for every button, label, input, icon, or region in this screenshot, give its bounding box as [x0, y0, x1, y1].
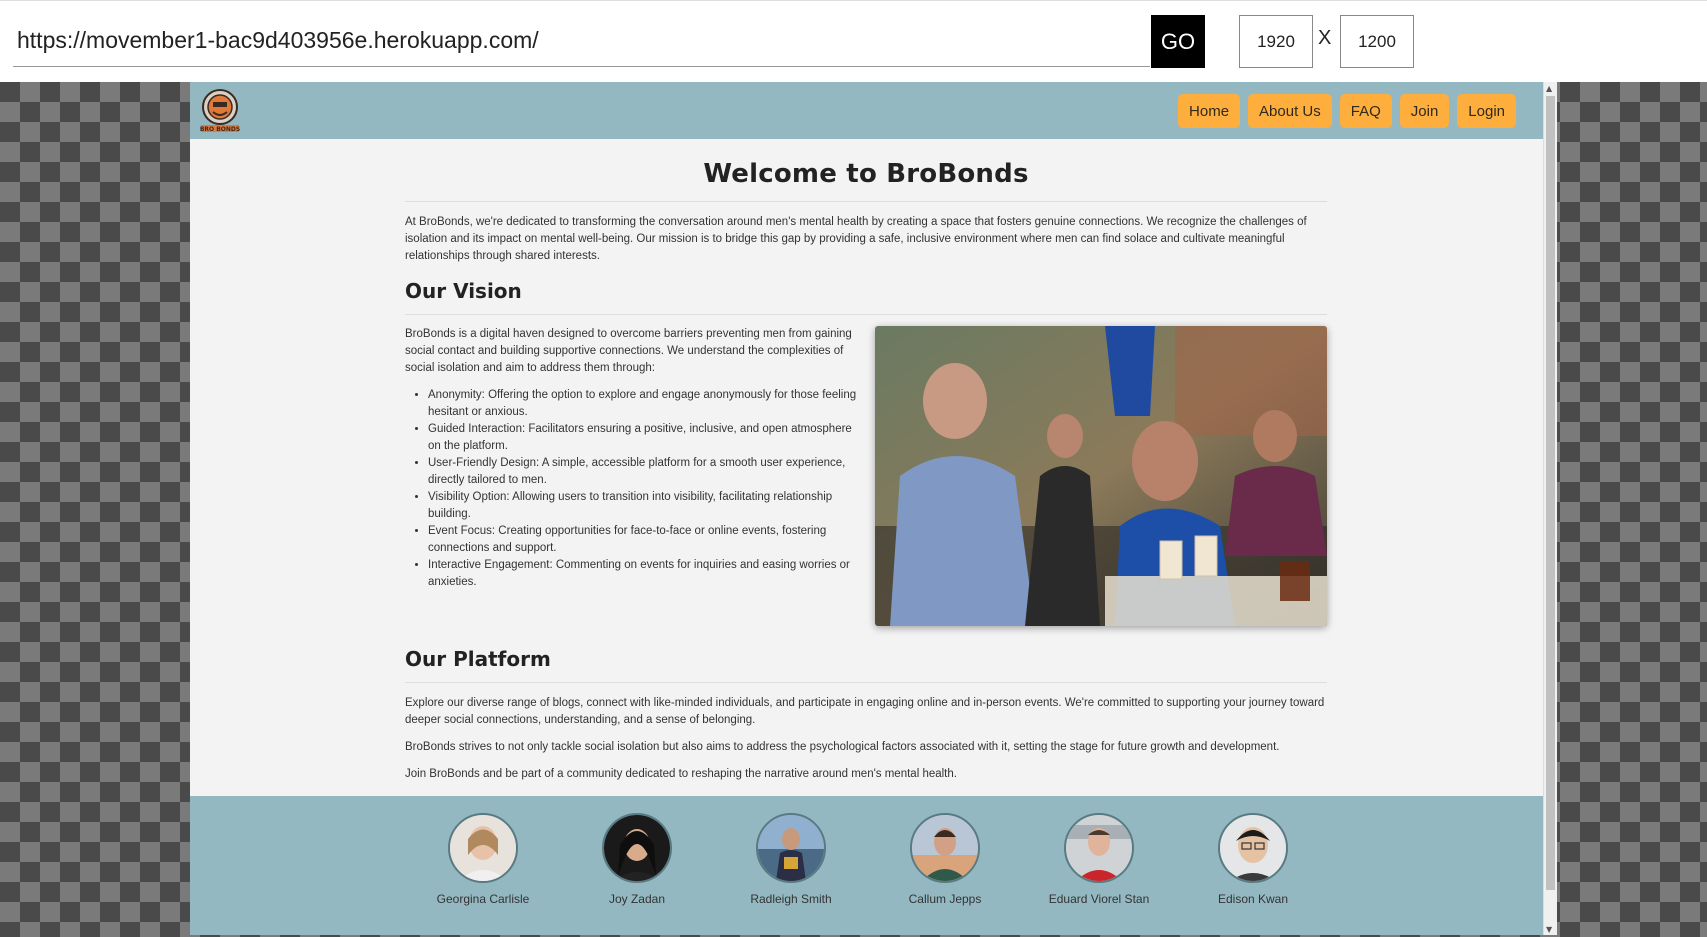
- vision-text-column: BroBonds is a digital haven designed to …: [405, 326, 857, 626]
- avatar: [910, 813, 980, 883]
- nav-login-button[interactable]: Login: [1457, 94, 1516, 128]
- team-list: Georgina Carlisle Joy Zadan Radleigh Smi…: [406, 813, 1330, 906]
- member-name: Eduard Viorel Stan: [1048, 892, 1150, 906]
- team-footer: Georgina Carlisle Joy Zadan Radleigh Smi…: [190, 796, 1543, 935]
- divider: [405, 201, 1327, 202]
- member-name: Radleigh Smith: [750, 892, 832, 906]
- divider: [405, 314, 1327, 315]
- member-name: Edison Kwan: [1217, 892, 1289, 906]
- svg-text:BRO BONDS: BRO BONDS: [200, 126, 240, 133]
- avatar: [448, 813, 518, 883]
- member-name: Georgina Carlisle: [436, 892, 530, 906]
- nav-home-button[interactable]: Home: [1178, 94, 1241, 128]
- logo-emblem-icon: BRO BONDS: [200, 89, 240, 133]
- list-item: Visibility Option: Allowing users to tra…: [428, 489, 857, 523]
- scrollbar-thumb[interactable]: [1546, 96, 1555, 890]
- nav-join-button[interactable]: Join: [1399, 94, 1450, 128]
- platform-heading: Our Platform: [405, 647, 551, 671]
- viewport-width-input[interactable]: [1239, 15, 1313, 68]
- team-member: Georgina Carlisle: [406, 813, 560, 906]
- page-title: Welcome to BroBonds: [703, 159, 1029, 189]
- scroll-down-arrow-icon[interactable]: ▼: [1546, 925, 1552, 934]
- viewport-height-input[interactable]: [1340, 15, 1414, 68]
- team-member: Joy Zadan: [560, 813, 714, 906]
- list-item: Interactive Engagement: Commenting on ev…: [428, 557, 857, 591]
- avatar: [1064, 813, 1134, 883]
- list-item: User-Friendly Design: A simple, accessib…: [428, 455, 857, 489]
- go-button[interactable]: GO: [1151, 15, 1205, 68]
- platform-paragraph-2: BroBonds strives to not only tackle soci…: [405, 741, 1280, 753]
- vertical-scrollbar[interactable]: ▲ ▼: [1543, 82, 1557, 935]
- url-toolbar: GO X: [0, 0, 1707, 83]
- team-member: Eduard Viorel Stan: [1022, 813, 1176, 906]
- site-header: BRO BONDS Home About Us FAQ Join Login: [190, 82, 1543, 139]
- intro-paragraph: At BroBonds, we're dedicated to transfor…: [405, 216, 1307, 262]
- divider: [405, 682, 1327, 683]
- nav-about-us-button[interactable]: About Us: [1248, 94, 1332, 128]
- brobonds-logo[interactable]: BRO BONDS: [200, 88, 240, 134]
- main-nav: Home About Us FAQ Join Login: [1178, 94, 1516, 128]
- avatar: [756, 813, 826, 883]
- avatar: [602, 813, 672, 883]
- vision-heading: Our Vision: [405, 279, 522, 303]
- main-content: Welcome to BroBonds At BroBonds, we're d…: [405, 139, 1327, 783]
- team-member: Radleigh Smith: [714, 813, 868, 906]
- vision-section: BroBonds is a digital haven designed to …: [405, 326, 1327, 626]
- team-member: Edison Kwan: [1176, 813, 1330, 906]
- platform-paragraph-1: Explore our diverse range of blogs, conn…: [405, 697, 1325, 726]
- member-name: Callum Jepps: [908, 892, 982, 906]
- member-name: Joy Zadan: [608, 892, 666, 906]
- list-item: Event Focus: Creating opportunities for …: [428, 523, 857, 557]
- vision-feature-list: Anonymity: Offering the option to explor…: [405, 387, 857, 591]
- scroll-up-arrow-icon[interactable]: ▲: [1546, 84, 1552, 93]
- men-at-cafe-photo: [875, 326, 1327, 626]
- list-item: Anonymity: Offering the option to explor…: [428, 387, 857, 421]
- dimension-separator: X: [1318, 27, 1332, 49]
- avatar: [1218, 813, 1288, 883]
- platform-paragraph-3: Join BroBonds and be part of a community…: [405, 768, 957, 780]
- nav-faq-button[interactable]: FAQ: [1339, 94, 1392, 128]
- url-input[interactable]: [13, 15, 1150, 67]
- site-viewport: BRO BONDS Home About Us FAQ Join Login W…: [190, 82, 1543, 935]
- vision-paragraph: BroBonds is a digital haven designed to …: [405, 328, 852, 374]
- list-item: Guided Interaction: Facilitators ensurin…: [428, 421, 857, 455]
- team-member: Callum Jepps: [868, 813, 1022, 906]
